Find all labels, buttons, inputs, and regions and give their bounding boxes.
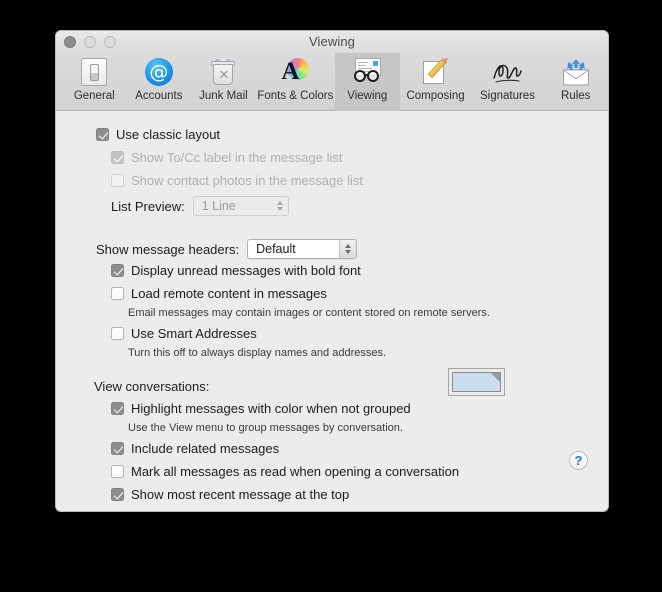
toolbar-item-rules[interactable]: Rules <box>543 53 608 111</box>
toolbar-item-fonts-colors[interactable]: A Fonts & Colors <box>256 53 335 111</box>
toolbar-item-signatures[interactable]: Signatures <box>472 53 544 111</box>
toolbar-item-accounts[interactable]: @ Accounts <box>127 53 192 111</box>
checkbox-label: Show most recent message at the top <box>131 487 350 502</box>
checkbox-label: Include related messages <box>131 441 280 456</box>
checkbox-show-recent-at-top[interactable]: Show most recent message at the top <box>111 487 349 502</box>
toolbar-item-junk-mail[interactable]: ✕ Junk Mail <box>191 53 256 111</box>
checkbox-load-remote-content[interactable]: Load remote content in messages <box>111 286 327 301</box>
general-switch-icon <box>77 56 111 88</box>
checkbox-highlight-with-color[interactable]: Highlight messages with color when not g… <box>111 401 411 416</box>
toolbar-item-general[interactable]: General <box>62 53 127 111</box>
font-color-wheel-icon: A <box>278 56 312 88</box>
checkbox-box[interactable] <box>111 264 124 277</box>
checkbox-box[interactable] <box>111 287 124 300</box>
list-preview-dropdown[interactable]: 1 Line <box>192 196 289 216</box>
conversation-color-well[interactable] <box>448 368 505 396</box>
viewing-preferences-pane: Use classic layout Show To/Cc label in t… <box>56 111 608 511</box>
stepper-arrows-icon[interactable] <box>271 197 288 215</box>
color-swatch <box>452 372 501 392</box>
stepper-arrows-icon[interactable] <box>339 240 357 258</box>
checkbox-box <box>111 174 124 187</box>
show-message-headers-dropdown[interactable]: Default <box>247 239 358 259</box>
preferences-toolbar: General @ Accounts ✕ Junk Mail A Fonts &… <box>56 53 608 111</box>
checkbox-use-smart-addresses[interactable]: Use Smart Addresses <box>111 326 257 341</box>
toolbar-label-viewing: Viewing <box>347 90 388 102</box>
use-smart-addresses-help: Turn this off to always display names an… <box>128 347 387 359</box>
checkbox-use-classic-layout[interactable]: Use classic layout <box>96 127 220 142</box>
checkbox-label: Show contact photos in the message list <box>131 173 363 188</box>
checkbox-box[interactable] <box>96 128 109 141</box>
signature-icon <box>490 56 524 88</box>
toolbar-label-accounts: Accounts <box>135 90 183 102</box>
color-well-corner-icon <box>491 373 500 382</box>
show-message-headers-field: Show message headers: Default <box>96 239 358 259</box>
toolbar-label-rules: Rules <box>561 90 591 102</box>
show-message-headers-label: Show message headers: <box>96 241 240 257</box>
view-conversations-heading: View conversations: <box>94 379 210 394</box>
checkbox-show-contact-photos: Show contact photos in the message list <box>111 173 363 188</box>
list-preview-field: List Preview: 1 Line <box>111 196 289 216</box>
preferences-window: Viewing General @ Accounts ✕ Junk Mail A… <box>55 30 609 512</box>
checkbox-label: Use classic layout <box>116 127 221 142</box>
pencil-paper-icon <box>419 55 453 88</box>
at-sign-icon: @ <box>142 56 176 88</box>
trash-can-icon: ✕ <box>206 56 240 88</box>
checkbox-label: Mark all messages as read when opening a… <box>131 464 460 479</box>
checkbox-display-unread-bold[interactable]: Display unread messages with bold font <box>111 263 361 278</box>
checkbox-label: Highlight messages with color when not g… <box>131 401 411 416</box>
checkbox-label: Use Smart Addresses <box>131 326 257 341</box>
toolbar-label-composing: Composing <box>406 90 465 102</box>
checkbox-label: Load remote content in messages <box>131 286 327 301</box>
highlight-with-color-help: Use the View menu to group messages by c… <box>128 422 403 434</box>
checkbox-box[interactable] <box>111 465 124 478</box>
toolbar-label-general: General <box>73 90 115 102</box>
load-remote-content-help: Email messages may contain images or con… <box>128 307 490 319</box>
checkbox-box <box>111 151 124 164</box>
checkbox-include-related-messages[interactable]: Include related messages <box>111 441 279 456</box>
window-titlebar: Viewing <box>56 31 608 53</box>
toolbar-label-fonts-colors: Fonts & Colors <box>257 90 334 102</box>
window-title: Viewing <box>309 34 355 49</box>
checkbox-mark-all-read[interactable]: Mark all messages as read when opening a… <box>111 464 459 479</box>
toolbar-label-junk-mail: Junk Mail <box>199 90 248 102</box>
show-message-headers-value: Default <box>256 242 296 256</box>
help-button[interactable]: ? <box>569 451 588 470</box>
checkbox-box[interactable] <box>111 327 124 340</box>
checkbox-label: Display unread messages with bold font <box>131 263 361 278</box>
envelope-arrows-icon <box>559 56 593 88</box>
help-question-mark-icon: ? <box>574 453 583 468</box>
eyeglasses-icon <box>350 56 384 88</box>
toolbar-item-composing[interactable]: Composing <box>400 53 472 111</box>
checkbox-box[interactable] <box>111 402 124 415</box>
toolbar-label-signatures: Signatures <box>479 90 535 102</box>
checkbox-label: Show To/Cc label in the message list <box>131 150 343 165</box>
checkbox-box[interactable] <box>111 442 124 455</box>
list-preview-value: 1 Line <box>201 199 236 213</box>
checkbox-show-tocc-label: Show To/Cc label in the message list <box>111 150 342 165</box>
toolbar-item-viewing[interactable]: Viewing <box>335 53 400 111</box>
checkbox-box[interactable] <box>111 488 124 501</box>
list-preview-label: List Preview: <box>111 198 185 214</box>
